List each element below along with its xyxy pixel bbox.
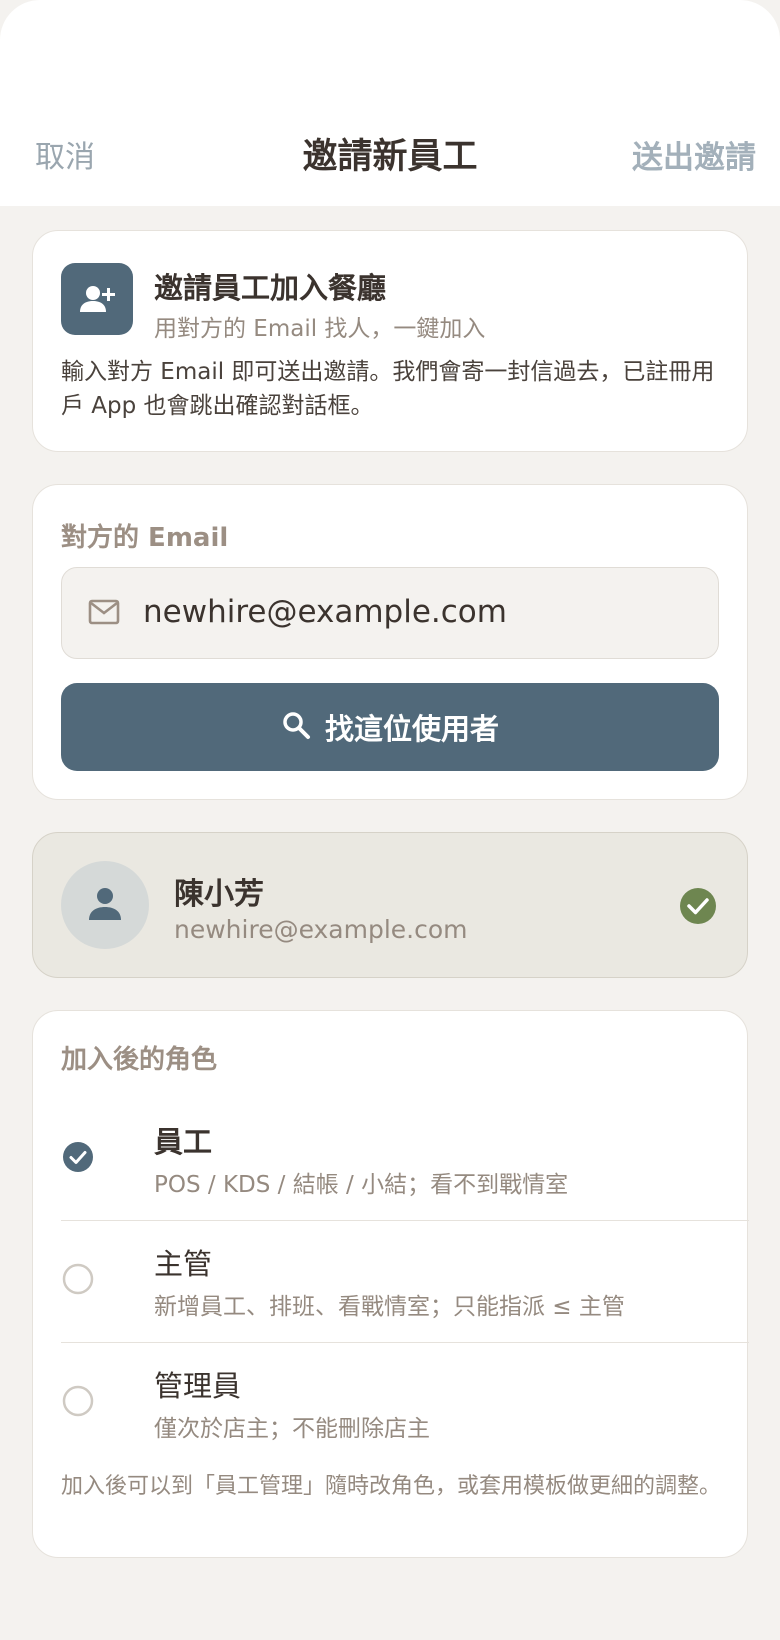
intro-card: 邀請員工加入餐廳 用對方的 Email 找人，一鍵加入 輸入對方 Email 即…	[32, 230, 748, 452]
radio-unchecked-icon[interactable]	[62, 1263, 94, 1295]
role-name: 員工	[154, 1125, 213, 1159]
found-user-card[interactable]: 陳小芳 newhire@example.com	[32, 832, 748, 978]
role-description: POS / KDS / 結帳 / 小結；看不到戰情室	[154, 1172, 569, 1198]
avatar	[61, 861, 149, 949]
find-user-button[interactable]: 找這位使用者	[61, 683, 719, 771]
email-card: 對方的 Email newhire@example.com 找這位使用者	[32, 484, 748, 800]
user-email: newhire@example.com	[174, 915, 468, 944]
radio-unchecked-icon[interactable]	[62, 1385, 94, 1417]
mail-icon	[88, 598, 120, 630]
person-icon	[87, 885, 123, 925]
role-card: 加入後的角色 員工 POS / KDS / 結帳 / 小結；看不到戰情室 主管 …	[32, 1010, 749, 1558]
role-description: 僅次於店主；不能刪除店主	[154, 1416, 430, 1442]
role-name: 主管	[154, 1247, 213, 1281]
role-note: 加入後可以到「員工管理」隨時改角色，或套用模板做更細的調整。	[61, 1474, 722, 1499]
navigation-bar: 取消 邀請新員工 送出邀請	[0, 126, 780, 178]
email-input[interactable]: newhire@example.com	[61, 567, 719, 659]
role-option-supervisor[interactable]: 主管 新增員工、排班、看戰情室；只能指派 ≤ 主管	[61, 1221, 749, 1343]
role-section-label: 加入後的角色	[61, 1045, 218, 1075]
intro-description: 輸入對方 Email 即可送出邀請。我們會寄一封信過去，已註冊用戶 App 也會…	[61, 359, 715, 419]
intro-subtitle: 用對方的 Email 找人，一鍵加入	[154, 316, 486, 342]
role-option-admin[interactable]: 管理員 僅次於店主；不能刪除店主	[61, 1343, 749, 1465]
email-section-label: 對方的 Email	[61, 523, 229, 553]
email-value: newhire@example.com	[143, 594, 507, 630]
user-name: 陳小芳	[174, 877, 264, 912]
intro-title: 邀請員工加入餐廳	[154, 271, 387, 305]
role-description: 新增員工、排班、看戰情室；只能指派 ≤ 主管	[154, 1294, 625, 1320]
find-user-label: 找這位使用者	[324, 712, 499, 746]
send-invite-button[interactable]: 送出邀請	[632, 132, 756, 177]
check-circle-icon	[679, 887, 717, 929]
search-icon	[281, 710, 311, 744]
radio-checked-icon[interactable]	[62, 1141, 94, 1173]
role-name: 管理員	[154, 1369, 242, 1403]
role-option-staff[interactable]: 員工 POS / KDS / 結帳 / 小結；看不到戰情室	[61, 1099, 749, 1221]
sheet-header: 取消 邀請新員工 送出邀請	[0, 0, 780, 206]
add-person-icon	[61, 263, 133, 335]
